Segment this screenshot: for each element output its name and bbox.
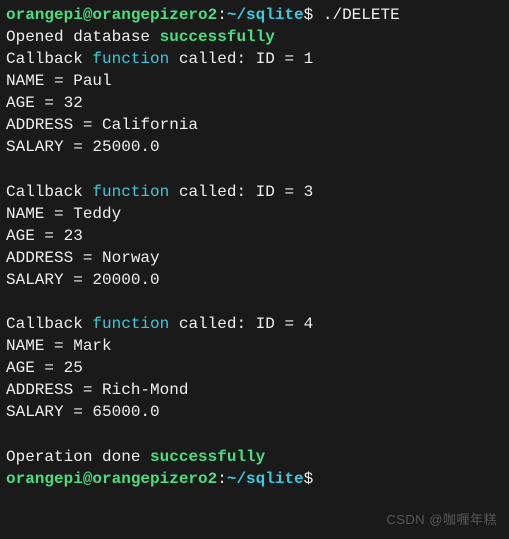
done-line: Operation done successfully — [6, 446, 503, 468]
callback-line: Callback function called: ID = 4 — [6, 313, 503, 335]
age-line: AGE = 25 — [6, 357, 503, 379]
callback-line: Callback function called: ID = 1 — [6, 48, 503, 70]
function-keyword: function — [92, 315, 169, 333]
salary-line: SALARY = 65000.0 — [6, 401, 503, 423]
address-line: ADDRESS = Rich-Mond — [6, 379, 503, 401]
user-host: orangepi@orangepizero2 — [6, 470, 217, 488]
user-host: orangepi@orangepizero2 — [6, 6, 217, 24]
callback-line: Callback function called: ID = 3 — [6, 181, 503, 203]
current-path: ~/sqlite — [227, 470, 304, 488]
opened-status: successfully — [160, 28, 275, 46]
blank-line — [6, 291, 503, 313]
age-line: AGE = 32 — [6, 92, 503, 114]
callback-suffix: called: ID = 1 — [169, 50, 313, 68]
opened-line: Opened database successfully — [6, 26, 503, 48]
name-line: NAME = Mark — [6, 335, 503, 357]
opened-prefix: Opened database — [6, 28, 160, 46]
function-keyword: function — [92, 50, 169, 68]
callback-prefix: Callback — [6, 50, 92, 68]
done-prefix: Operation done — [6, 448, 150, 466]
terminal-output[interactable]: orangepi@orangepizero2:~/sqlite$ ./DELET… — [6, 4, 503, 490]
current-path: ~/sqlite — [227, 6, 304, 24]
prompt-symbol: $ — [304, 470, 314, 488]
callback-suffix: called: ID = 4 — [169, 315, 313, 333]
name-line: NAME = Teddy — [6, 203, 503, 225]
address-line: ADDRESS = Norway — [6, 247, 503, 269]
prompt-line: orangepi@orangepizero2:~/sqlite$ — [6, 468, 503, 490]
age-line: AGE = 23 — [6, 225, 503, 247]
callback-prefix: Callback — [6, 315, 92, 333]
prompt-symbol: $ — [304, 6, 323, 24]
address-line: ADDRESS = California — [6, 114, 503, 136]
blank-line — [6, 159, 503, 181]
command-text: ./DELETE — [323, 6, 400, 24]
name-line: NAME = Paul — [6, 70, 503, 92]
salary-line: SALARY = 20000.0 — [6, 269, 503, 291]
salary-line: SALARY = 25000.0 — [6, 136, 503, 158]
done-status: successfully — [150, 448, 265, 466]
callback-prefix: Callback — [6, 183, 92, 201]
blank-line — [6, 423, 503, 445]
callback-suffix: called: ID = 3 — [169, 183, 313, 201]
function-keyword: function — [92, 183, 169, 201]
separator: : — [217, 6, 227, 24]
watermark: CSDN @咖喱年糕 — [386, 511, 497, 529]
prompt-line: orangepi@orangepizero2:~/sqlite$ ./DELET… — [6, 4, 503, 26]
separator: : — [217, 470, 227, 488]
